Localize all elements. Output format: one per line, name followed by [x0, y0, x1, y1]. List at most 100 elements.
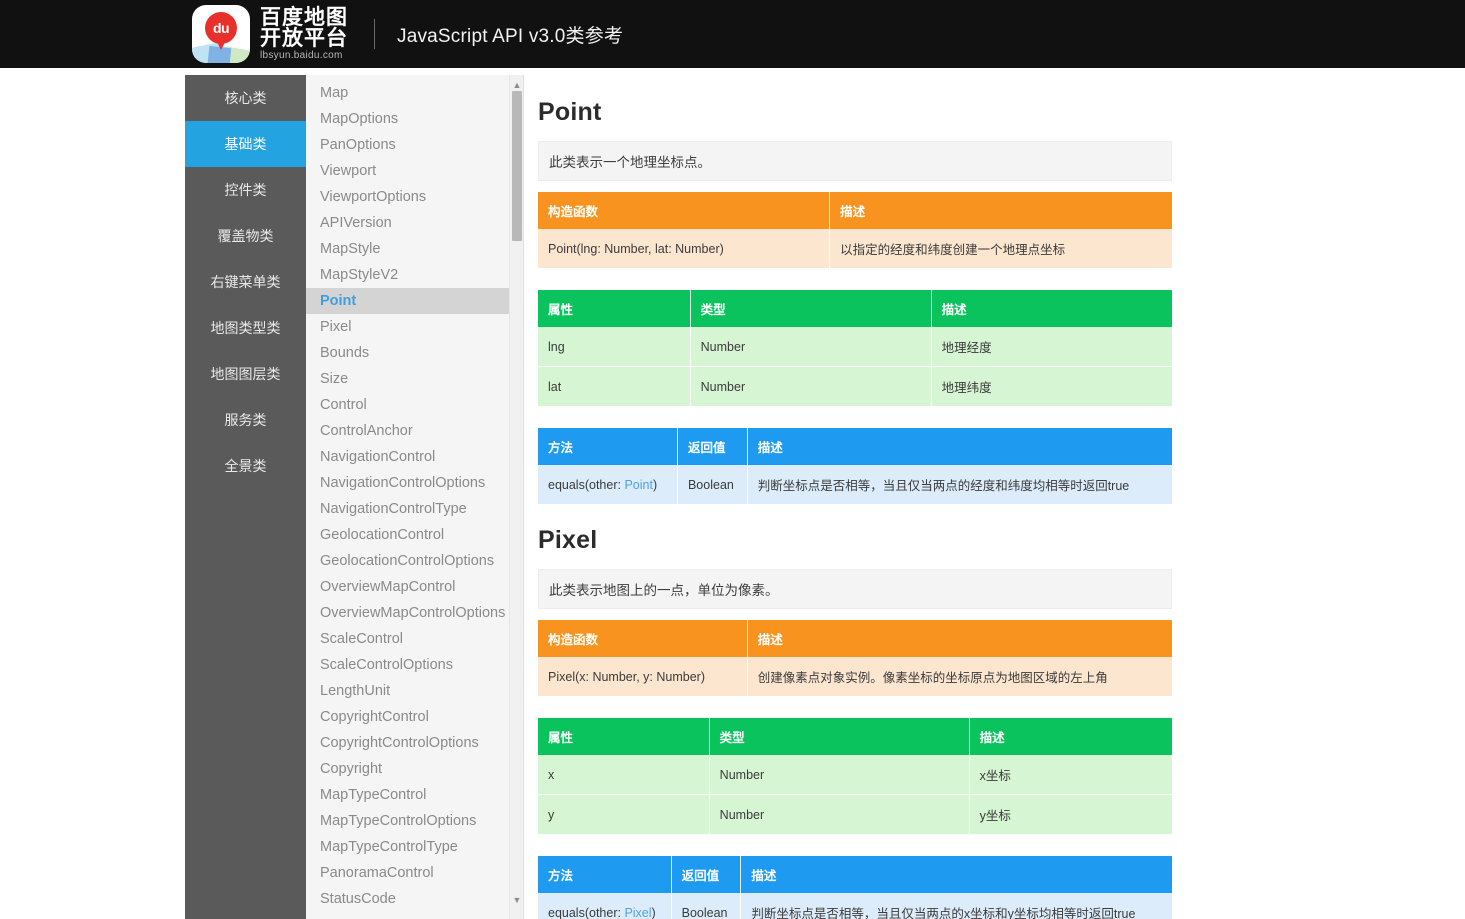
return-type-cell: Boolean [677, 465, 748, 504]
logo-pin-label: du [212, 20, 230, 36]
return-type-cell: Boolean [671, 893, 742, 919]
column-header: 返回值 [677, 428, 748, 465]
nav-item-panoramacontrol[interactable]: PanoramaControl [306, 860, 523, 886]
nav-item-scalecontrol[interactable]: ScaleControl [306, 626, 523, 652]
column-header: 类型 [709, 718, 970, 755]
section-title-point: Point [538, 98, 602, 126]
sidebar-item-3[interactable]: 覆盖物类 [185, 213, 306, 259]
point-methods-table: 方法 返回值 描述 equals(other: Point) Boolean 判断坐标点是… [538, 428, 1172, 504]
column-header: 属性 [538, 718, 710, 755]
sidebar-item-label: 地图类型类 [210, 320, 281, 336]
brand-domain: lbsyun.baidu.com [260, 50, 343, 62]
table-header-row: 属性 类型 描述 [538, 718, 1172, 755]
table-cell: Number [709, 794, 970, 834]
page-title: JavaScript API v3.0类参考 [397, 25, 624, 47]
column-header: 描述 [747, 620, 1172, 657]
table-cell: lng [538, 327, 691, 367]
table-header-row: 构造函数 描述 [538, 192, 1172, 229]
sidebar-item-2[interactable]: 控件类 [185, 167, 306, 213]
nav-item-mapstylev2[interactable]: MapStyleV2 [306, 262, 523, 288]
table-cell: x [538, 755, 710, 795]
nav-item-lengthunit[interactable]: LengthUnit [306, 678, 523, 704]
sidebar-item-label: 核心类 [224, 90, 267, 106]
nav-item-controlanchor[interactable]: ControlAnchor [306, 418, 523, 444]
nav-item-copyrightcontroloptions[interactable]: CopyrightControlOptions [306, 730, 523, 756]
nav-item-copyright[interactable]: Copyright [306, 756, 523, 782]
sidebar-item-8[interactable]: 全景类 [185, 443, 306, 489]
sidebar-item-7[interactable]: 服务类 [185, 397, 306, 443]
scroll-down-arrow-icon[interactable]: ▼ [510, 893, 523, 907]
nav-item-apiversion[interactable]: APIVersion [306, 210, 523, 236]
class-nav-items: Map MapOptions PanOptions Viewport ViewportO… [306, 75, 523, 912]
column-header: 描述 [747, 428, 1172, 465]
nav-item-control[interactable]: Control [306, 392, 523, 418]
column-header: 构造函数 [538, 192, 831, 229]
nav-item-viewport[interactable]: Viewport [306, 158, 523, 184]
sidebar-item-4[interactable]: 右键菜单类 [185, 259, 306, 305]
brand-line-1: 百度地图 [260, 5, 348, 29]
sidebar-item-1[interactable]: 基础类 [185, 121, 306, 167]
nav-item-mapoptions[interactable]: MapOptions [306, 106, 523, 132]
method-signature-cell: equals(other: Pixel) [538, 893, 672, 919]
table-row: Pixel(x: Number, y: Number) 创建像素点对象实例。像素坐… [538, 657, 1172, 696]
column-header: 描述 [740, 856, 1172, 893]
section-title-pixel: Pixel [538, 526, 598, 554]
method-name: equals(other: [548, 905, 625, 919]
nav-item-copyrightcontrol[interactable]: CopyrightControl [306, 704, 523, 730]
table-cell: x坐标 [969, 755, 1172, 795]
nav-item-point[interactable]: Point [306, 288, 523, 314]
nav-item-maptypecontrol[interactable]: MapTypeControl [306, 782, 523, 808]
table-cell: lat [538, 366, 691, 406]
main-content: Point 此类表示一个地理坐标点。构造函数 描述 Point(lng: Number… [524, 68, 1465, 919]
nav-item-overviewmapcontrol[interactable]: OverviewMapControl [306, 574, 523, 600]
nav-scrollbar-thumb[interactable] [512, 91, 522, 241]
sidebar-item-label: 服务类 [224, 412, 267, 428]
section-description-point: 此类表示一个地理坐标点。 [538, 141, 1172, 181]
sidebar-item-6[interactable]: 地图图层类 [185, 351, 306, 397]
nav-item-mapstyle[interactable]: MapStyle [306, 236, 523, 262]
nav-item-panoptions[interactable]: PanOptions [306, 132, 523, 158]
point-constructor-table: 构造函数 描述 Point(lng: Number, lat: Number) 以指定… [538, 192, 1172, 268]
nav-item-geolocationcontroloptions[interactable]: GeolocationControlOptions [306, 548, 523, 574]
nav-item-overviewmapcontroloptions[interactable]: OverviewMapControlOptions [306, 600, 523, 626]
nav-item-navigationcontroltype[interactable]: NavigationControlType [306, 496, 523, 522]
column-header: 属性 [538, 290, 691, 327]
pixel-methods-table: 方法 返回值 描述 equals(other: Pixel) Boolean 判断坐标点是… [538, 856, 1172, 919]
method-suffix: ) [651, 905, 656, 919]
nav-item-size[interactable]: Size [306, 366, 523, 392]
nav-scrollbar[interactable]: ▲ ▼ [509, 75, 523, 919]
table-header-row: 属性 类型 描述 [538, 290, 1172, 327]
scroll-up-arrow-icon[interactable]: ▲ [510, 78, 523, 92]
table-cell: Number [709, 755, 970, 795]
nav-item-geolocationcontrol[interactable]: GeolocationControl [306, 522, 523, 548]
table-row: lng Number 地理经度 [538, 327, 1172, 367]
brand-logo[interactable]: du 百度地图 开放平台 lbsyun.baidu.com [192, 5, 348, 63]
column-header: 方法 [538, 428, 678, 465]
type-link[interactable]: Pixel [624, 906, 651, 919]
column-header: 返回值 [671, 856, 742, 893]
table-cell: y [538, 794, 710, 834]
nav-item-navigationcontrol[interactable]: NavigationControl [306, 444, 523, 470]
table-header-row: 方法 返回值 描述 [538, 856, 1172, 893]
nav-item-pixel[interactable]: Pixel [306, 314, 523, 340]
sidebar-item-label: 基础类 [224, 136, 267, 152]
nav-item-maptypecontroloptions[interactable]: MapTypeControlOptions [306, 808, 523, 834]
column-header: 类型 [690, 290, 932, 327]
nav-item-bounds[interactable]: Bounds [306, 340, 523, 366]
nav-item-map[interactable]: Map [306, 80, 523, 106]
table-row: equals(other: Pixel) Boolean 判断坐标点是否相等，当且仅… [538, 893, 1172, 919]
nav-item-navigationcontroloptions[interactable]: NavigationControlOptions [306, 470, 523, 496]
sidebar-item-label: 右键菜单类 [210, 274, 281, 290]
nav-item-scalecontroloptions[interactable]: ScaleControlOptions [306, 652, 523, 678]
sidebar-item-5[interactable]: 地图类型类 [185, 305, 306, 351]
table-cell: Number [690, 327, 932, 367]
method-signature-cell: equals(other: Point) [538, 465, 678, 504]
nav-item-maptypecontroltype[interactable]: MapTypeControlType [306, 834, 523, 860]
nav-item-viewportoptions[interactable]: ViewportOptions [306, 184, 523, 210]
type-link[interactable]: Point [624, 478, 653, 492]
nav-item-statuscode[interactable]: StatusCode [306, 886, 523, 912]
sidebar-item-0[interactable]: 核心类 [185, 75, 306, 121]
table-row: y Number y坐标 [538, 794, 1172, 834]
brand-line-2: 开放平台 [260, 26, 348, 50]
table-header-row: 构造函数 描述 [538, 620, 1172, 657]
